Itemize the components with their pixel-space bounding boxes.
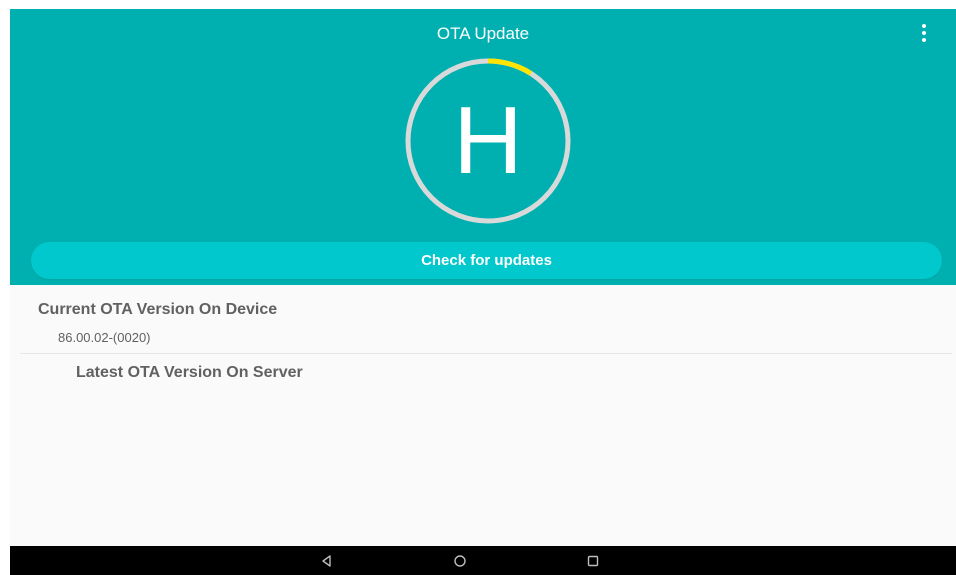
section-divider bbox=[20, 353, 952, 354]
back-triangle-icon[interactable] bbox=[315, 549, 339, 573]
home-circle-icon[interactable] bbox=[448, 549, 472, 573]
current-version-title: Current OTA Version On Device bbox=[38, 301, 278, 318]
more-vert-icon[interactable] bbox=[914, 21, 934, 45]
app-header: OTA Update H Check for updates bbox=[10, 9, 956, 285]
recent-square-icon[interactable] bbox=[581, 549, 605, 573]
app-logo: H bbox=[453, 87, 523, 194]
check-for-updates-button[interactable]: Check for updates bbox=[31, 242, 942, 279]
app-title: OTA Update bbox=[436, 24, 530, 43]
system-navigation-bar bbox=[10, 546, 956, 575]
latest-version-title: Latest OTA Version On Server bbox=[76, 364, 303, 381]
current-version-value: 86.00.02-(0020) bbox=[58, 330, 151, 345]
app-window: OTA Update H Check for updates Current O… bbox=[10, 9, 956, 575]
